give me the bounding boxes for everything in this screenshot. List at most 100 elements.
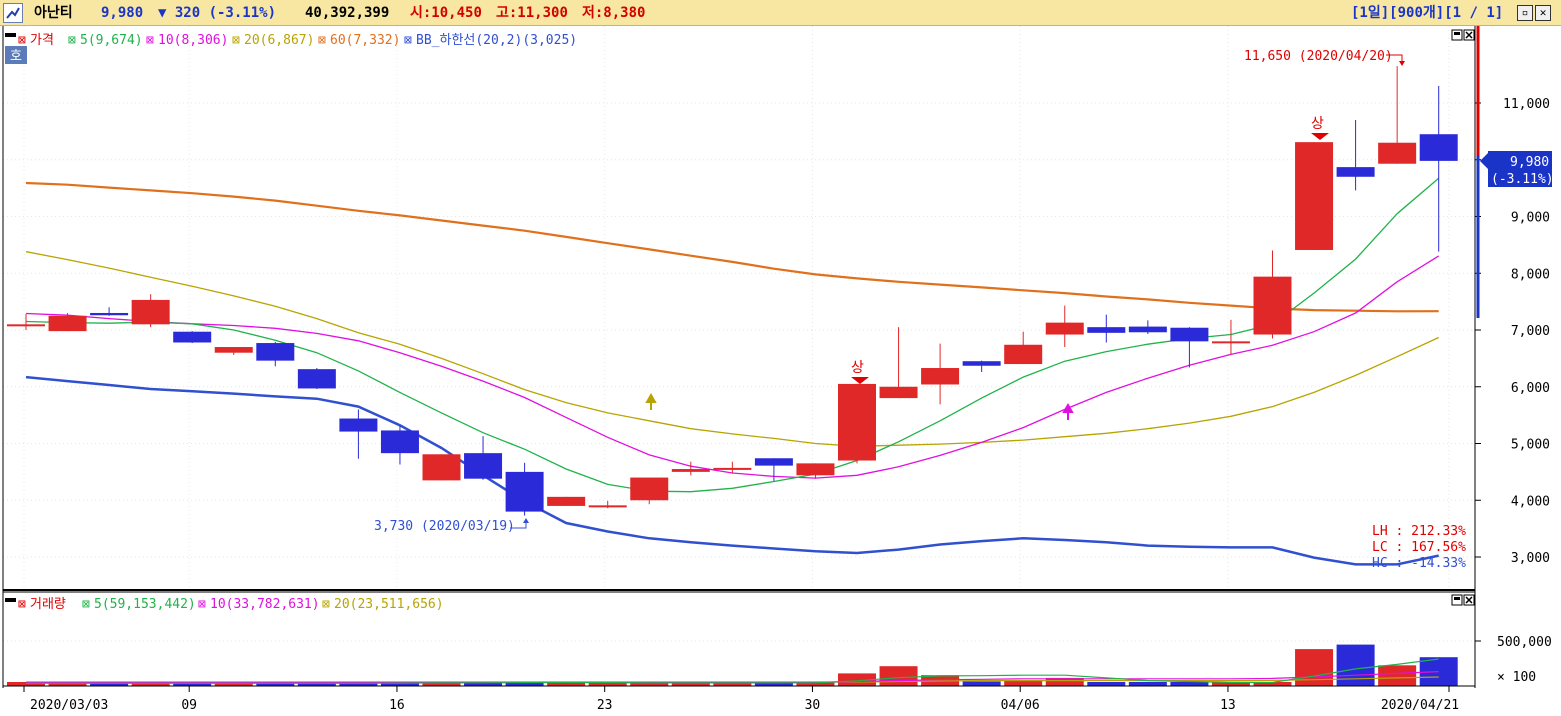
candle-body <box>671 469 710 472</box>
legend-ma20-box[interactable]: ⊠ <box>232 33 240 48</box>
candle-body <box>1170 327 1209 342</box>
hc-stat: HC : -14.33% <box>1372 556 1466 571</box>
date-tick-label: 16 <box>389 698 405 713</box>
legend-vol-ma5[interactable]: 5(59,153,442) <box>94 597 196 612</box>
upper-limit-mark-2: 상 <box>1311 116 1324 132</box>
legend-ma5-box[interactable]: ⊠ <box>68 33 76 48</box>
date-tick-label: 13 <box>1220 698 1236 713</box>
candle-body <box>1045 322 1084 335</box>
legend-ma5[interactable]: 5(9,674) <box>80 33 143 48</box>
legend-vol-ma20[interactable]: 20(23,511,656) <box>334 597 444 612</box>
volume-bar <box>1336 644 1375 686</box>
candle-body <box>1419 134 1458 161</box>
candle-body <box>505 471 544 512</box>
stock-name[interactable]: 아난티 <box>34 4 73 22</box>
legend-bb[interactable]: BB_하한선(20,2)(3,025) <box>416 33 577 48</box>
lc-stat: LC : 167.56% <box>1372 540 1466 555</box>
candle-body <box>214 347 253 353</box>
candle-body <box>464 453 503 479</box>
legend-vol-ma5-box[interactable]: ⊠ <box>82 597 90 612</box>
chart-type-icon[interactable] <box>3 3 23 23</box>
candle-body <box>422 454 461 481</box>
price-tick-label: 11,000 <box>1503 97 1550 112</box>
candle-body <box>1087 327 1126 333</box>
date-tick-label: 2020/04/21 <box>1381 698 1459 713</box>
candle-body <box>1253 276 1292 335</box>
volume-unit-label: × 100 <box>1497 670 1536 685</box>
price-change: ▼ 320 (-3.11%) <box>158 5 277 21</box>
candle-body <box>1211 341 1250 344</box>
legend-ma60[interactable]: 60(7,332) <box>330 33 400 48</box>
candle-body <box>796 463 835 476</box>
candle-body <box>7 324 45 327</box>
date-tick-label: 04/06 <box>1001 698 1040 713</box>
volume-bar <box>1378 665 1417 686</box>
volume-bar <box>1087 682 1126 686</box>
candle-body <box>297 369 336 389</box>
candle-body <box>48 315 87 332</box>
date-tick-label: 30 <box>805 698 821 713</box>
low-annotation: 3,730 (2020/03/19) <box>374 519 515 534</box>
price-tick-label: 3,000 <box>1511 551 1550 566</box>
candle-body <box>921 368 960 385</box>
price-tick-label: 8,000 <box>1511 267 1550 282</box>
date-tick-label: 23 <box>597 698 613 713</box>
legend-vol-ma10[interactable]: 10(33,782,631) <box>210 597 320 612</box>
candle-body <box>380 430 419 454</box>
candle-body <box>547 496 586 506</box>
legend-ma10[interactable]: 10(8,306) <box>158 33 228 48</box>
volume-bar <box>1170 682 1209 686</box>
candle-body <box>131 299 170 325</box>
close-window-icon[interactable]: ✕ <box>1535 5 1551 21</box>
lh-stat: LH : 212.33% <box>1372 524 1466 539</box>
legend-vol-ma10-box[interactable]: ⊠ <box>198 597 206 612</box>
legend-bb-box[interactable]: ⊠ <box>404 33 412 48</box>
high-annotation: 11,650 (2020/04/20) <box>1244 49 1393 64</box>
ho-badge-label: 호 <box>10 49 22 64</box>
candle-body <box>90 312 129 316</box>
legend-vol-ma20-box[interactable]: ⊠ <box>322 597 330 612</box>
legend-ma10-box[interactable]: ⊠ <box>146 33 154 48</box>
legend-handle[interactable] <box>5 33 16 37</box>
legend-volume-box[interactable]: ⊠ <box>18 597 26 612</box>
volume-tick-500000: 500,000 <box>1497 635 1552 650</box>
price-legend: ⊠ 가격 ⊠ 5(9,674) ⊠ 10(8,306) ⊠ 20(6,867) … <box>5 33 577 48</box>
stock-chart[interactable]: 3,0004,0005,0006,0007,0008,0009,00010,00… <box>0 26 1561 716</box>
date-tick-label: 09 <box>181 698 197 713</box>
volume-bar <box>1004 680 1043 686</box>
vol-legend-handle[interactable] <box>5 598 16 602</box>
candle-body <box>339 418 378 432</box>
period-controls[interactable]: [1일][900개][1 / 1] <box>1351 4 1503 22</box>
candle-body <box>256 343 295 361</box>
date-tick-label: 2020/03/03 <box>30 698 108 713</box>
candle-body <box>1336 167 1375 177</box>
candle-body <box>588 505 627 508</box>
candle-body <box>838 383 876 461</box>
legend-volume[interactable]: 거래량 <box>30 597 66 612</box>
candle-body <box>879 386 918 399</box>
restore-window-icon[interactable]: ▫ <box>1517 5 1533 21</box>
high-price: 고:11,300 <box>496 5 568 21</box>
legend-price[interactable]: 가격 <box>30 33 54 48</box>
legend-ma20[interactable]: 20(6,867) <box>244 33 314 48</box>
legend-price-box[interactable]: ⊠ <box>18 33 26 48</box>
volume-bar <box>962 681 1001 686</box>
price-tick-label: 5,000 <box>1511 438 1550 453</box>
low-price: 저:8,380 <box>582 5 646 21</box>
title-bar: 아난티 9,980 ▼ 320 (-3.11%) 40,392,399 시:10… <box>0 0 1561 26</box>
legend-ma60-box[interactable]: ⊠ <box>318 33 326 48</box>
price-tick-label: 4,000 <box>1511 494 1550 509</box>
trade-volume: 40,392,399 <box>305 5 390 21</box>
upper-limit-mark-1: 상 <box>851 360 864 376</box>
candle-body <box>1295 142 1334 250</box>
candle-body <box>754 458 793 466</box>
volume-bar <box>1128 682 1167 686</box>
volume-bar <box>879 666 918 686</box>
price-tick-label: 6,000 <box>1511 381 1550 396</box>
candle-body <box>1004 344 1043 365</box>
candle-body <box>713 467 752 470</box>
candle-body <box>962 361 1001 366</box>
current-price: 9,980 <box>101 5 144 21</box>
candle-body <box>630 477 669 501</box>
current-price-badge-value: 9,980 <box>1510 155 1549 170</box>
